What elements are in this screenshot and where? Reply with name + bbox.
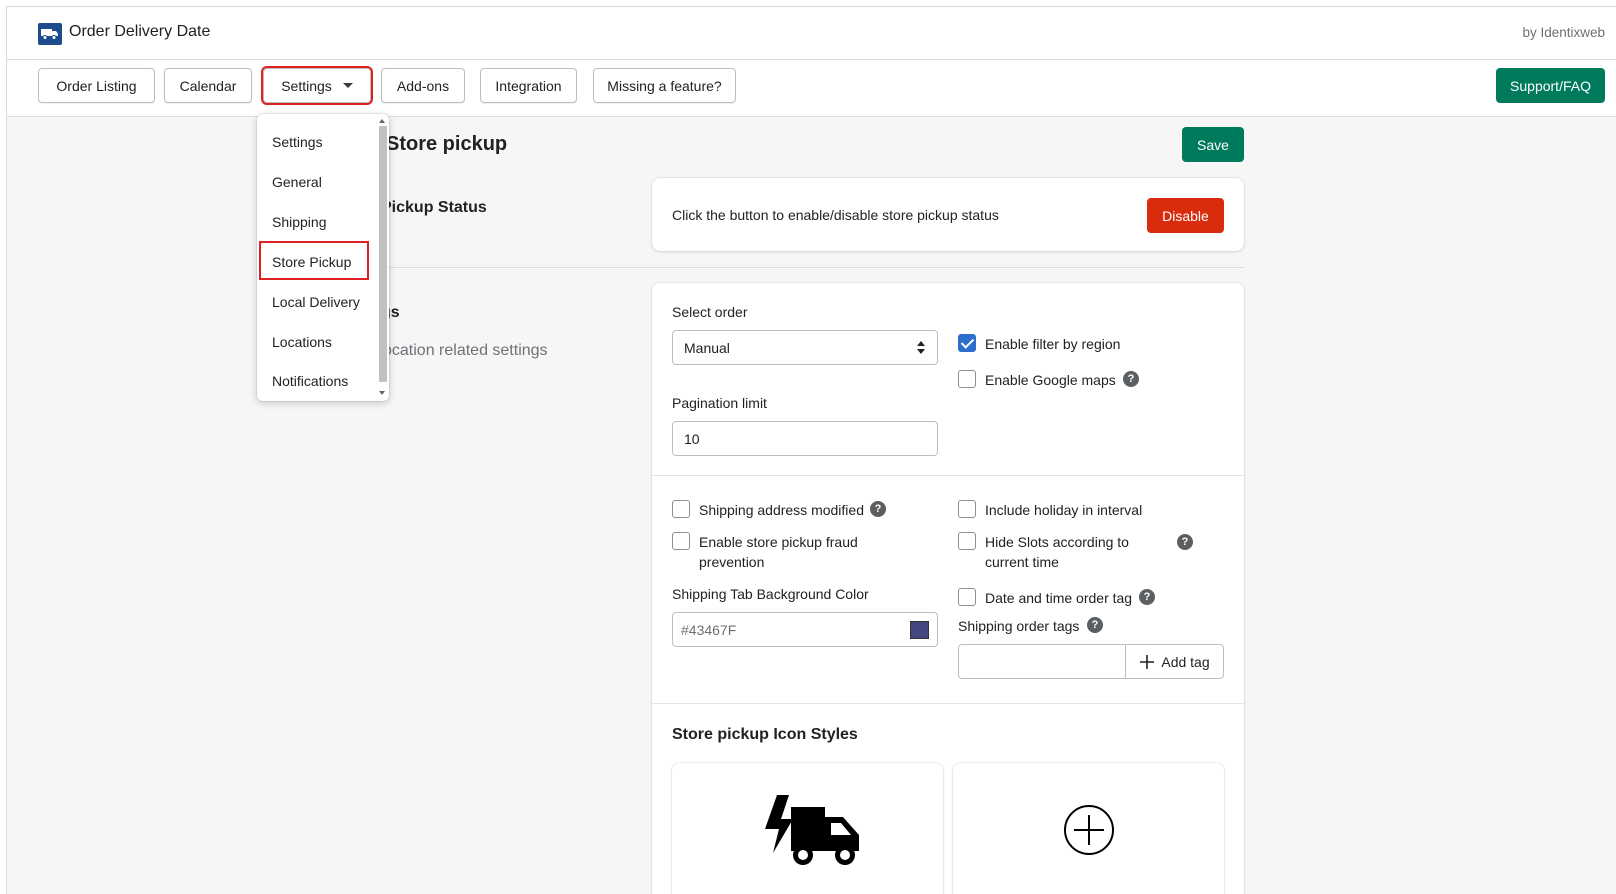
icon-style-option-truck[interactable] (672, 763, 943, 894)
enable-filter-region-label: Enable filter by region (985, 336, 1121, 352)
integration-button[interactable]: Integration (480, 68, 577, 103)
settings-dropdown-menu: Settings General Shipping Store Pickup L… (257, 114, 389, 401)
truck-logo-icon (38, 23, 62, 45)
enable-google-maps-checkbox[interactable] (958, 370, 976, 388)
date-time-tag-label: Date and time order tag (985, 590, 1133, 606)
pagination-limit-label: Pagination limit (672, 395, 767, 411)
app-frame: Order Delivery Date by Identixweb Order … (6, 6, 1616, 894)
pickup-status-card: Click the button to enable/disable store… (652, 178, 1244, 251)
select-order-label: Select order (672, 304, 748, 320)
fraud-prevention-checkbox[interactable] (672, 532, 690, 550)
fraud-prevention-label-line2: prevention (699, 554, 765, 570)
disable-button[interactable]: Disable (1147, 198, 1224, 233)
add-circle-icon (1064, 805, 1114, 855)
pickup-status-text: Click the button to enable/disable store… (672, 207, 999, 223)
hide-slots-label-line1: Hide Slots according to (985, 534, 1129, 550)
plus-icon (1140, 654, 1155, 669)
shipping-order-tags-label: Shipping order tags (958, 618, 1080, 634)
dropdown-scrollbar[interactable] (379, 126, 387, 382)
dropdown-item-shipping[interactable]: Shipping (272, 214, 327, 230)
page-title: Store pickup (386, 133, 508, 155)
settings-section-description: ocation related settings (383, 342, 548, 359)
bg-color-label: Shipping Tab Background Color (672, 586, 869, 602)
scroll-down-arrow-icon[interactable] (379, 391, 385, 395)
order-tag-input[interactable] (958, 644, 1127, 679)
settings-button-label: Settings (281, 77, 332, 94)
color-swatch (910, 621, 929, 639)
save-button[interactable]: Save (1182, 127, 1244, 162)
bg-color-value: #43467F (681, 621, 737, 638)
hide-slots-help-icon[interactable]: ? (1177, 534, 1193, 550)
dropdown-item-general[interactable]: General (272, 174, 322, 190)
select-arrows-icon (917, 341, 925, 355)
caret-down-icon (342, 83, 353, 88)
icon-styles-heading: Store pickup Icon Styles (672, 726, 858, 743)
date-time-tag-help-icon[interactable]: ? (1139, 589, 1155, 605)
select-order-dropdown[interactable]: Manual (672, 330, 938, 365)
settings-dropdown-button[interactable]: Settings (261, 66, 373, 105)
shipping-address-modified-checkbox[interactable] (672, 500, 690, 518)
order-tags-help-icon[interactable]: ? (1087, 617, 1103, 633)
dropdown-item-notifications[interactable]: Notifications (272, 373, 348, 389)
fast-delivery-truck-icon (765, 795, 859, 865)
add-icon-style-option[interactable] (953, 763, 1224, 894)
google-maps-help-icon[interactable]: ? (1123, 371, 1139, 387)
dropdown-item-locations[interactable]: Locations (272, 334, 332, 350)
dropdown-item-store-pickup[interactable]: Store Pickup (272, 254, 351, 270)
settings-card: Select order Manual Pagination limit 10 … (652, 283, 1244, 894)
enable-google-maps-label: Enable Google maps (985, 372, 1116, 388)
enable-filter-region-checkbox[interactable] (958, 334, 976, 352)
missing-feature-button[interactable]: Missing a feature? (593, 68, 736, 103)
select-order-value: Manual (684, 339, 730, 356)
dropdown-item-local-delivery[interactable]: Local Delivery (272, 294, 360, 310)
add-tag-label: Add tag (1161, 653, 1210, 670)
app-header: Order Delivery Date by Identixweb (7, 7, 1616, 60)
fraud-prevention-label-line1: Enable store pickup fraud (699, 534, 858, 550)
pickup-status-heading: Pickup Status (381, 199, 487, 216)
hide-slots-checkbox[interactable] (958, 532, 976, 550)
include-holiday-label: Include holiday in interval (985, 502, 1143, 518)
add-tag-button[interactable]: Add tag (1125, 644, 1224, 679)
card-divider (652, 475, 1244, 476)
section-divider (379, 267, 1244, 268)
card-divider (652, 703, 1244, 704)
pagination-limit-value: 10 (684, 430, 700, 447)
dropdown-item-settings[interactable]: Settings (272, 134, 323, 150)
shipping-address-modified-label: Shipping address modified (699, 502, 864, 518)
hide-slots-label-line2: current time (985, 554, 1059, 570)
bg-color-input[interactable]: #43467F (672, 612, 904, 647)
order-listing-button[interactable]: Order Listing (38, 68, 155, 103)
addons-button[interactable]: Add-ons (381, 68, 465, 103)
nav-bar: Order Listing Calendar Settings Add-ons … (7, 60, 1616, 117)
color-picker-button[interactable] (902, 612, 938, 647)
vendor-name: by Identixweb (1522, 25, 1605, 40)
date-time-tag-checkbox[interactable] (958, 588, 976, 606)
pagination-limit-input[interactable]: 10 (672, 421, 938, 456)
support-faq-button[interactable]: Support/FAQ (1496, 68, 1605, 103)
include-holiday-checkbox[interactable] (958, 500, 976, 518)
scroll-up-arrow-icon[interactable] (379, 119, 385, 123)
calendar-button[interactable]: Calendar (164, 68, 252, 103)
shipping-address-help-icon[interactable]: ? (870, 501, 886, 517)
app-title: Order Delivery Date (69, 23, 211, 40)
